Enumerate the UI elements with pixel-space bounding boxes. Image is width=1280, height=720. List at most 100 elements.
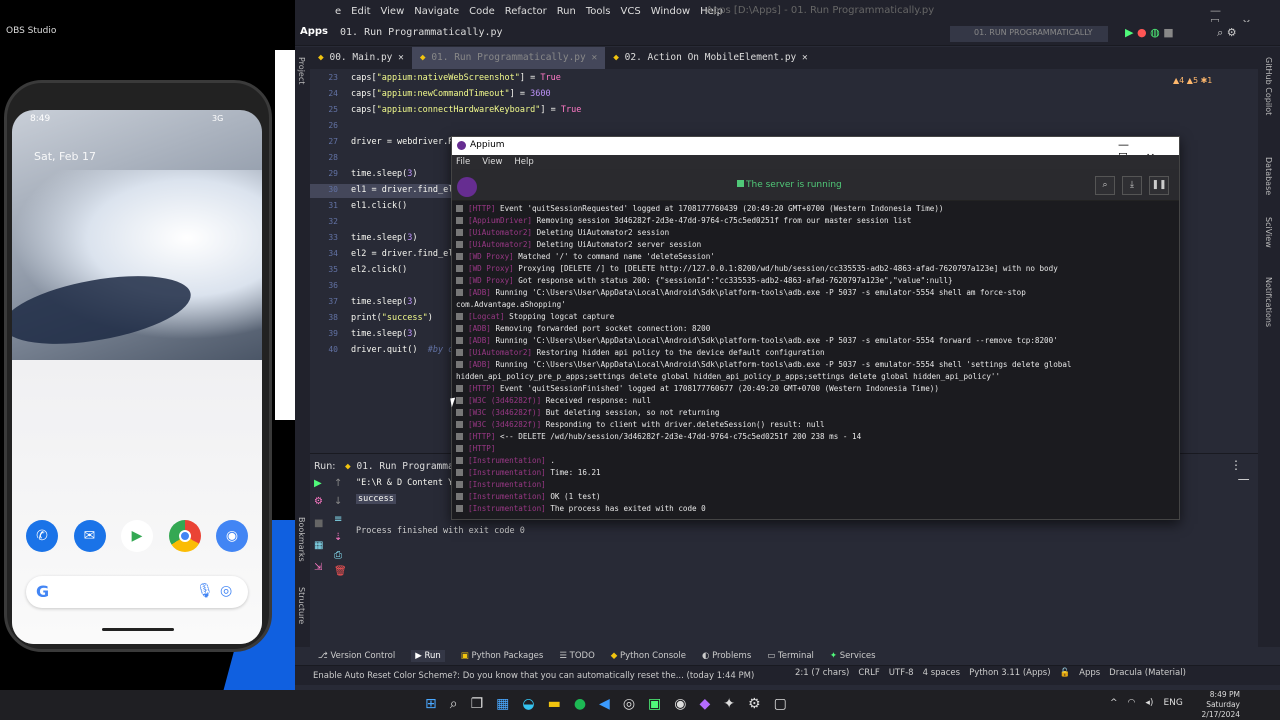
task-view-icon[interactable]: ❐: [471, 696, 484, 712]
tool-terminal[interactable]: ▭ Terminal: [767, 651, 814, 661]
download-icon[interactable]: ⤓: [1122, 176, 1142, 195]
structure-tool[interactable]: Structure: [297, 587, 306, 624]
android-screen[interactable]: 8:49 3G Sat, Feb 17 ✆ ✉ ▶ ◉ G 🎙 ◎: [12, 110, 262, 644]
tool-todo[interactable]: ☰ TODO: [559, 651, 594, 661]
edge-icon[interactable]: ◒: [522, 696, 534, 712]
coverage-icon[interactable]: ◍: [1150, 26, 1160, 39]
menu-navigate[interactable]: Navigate: [414, 6, 459, 17]
volume-icon[interactable]: ◂): [1145, 698, 1153, 708]
wrap-icon[interactable]: ≡: [334, 514, 342, 525]
search-icon[interactable]: ⌕: [1217, 26, 1223, 39]
rerun-icon[interactable]: ▶: [314, 478, 322, 489]
app-icon[interactable]: ✦: [723, 696, 735, 712]
mic-icon[interactable]: 🎙: [196, 583, 214, 599]
minimize-icon[interactable]: —: [1118, 138, 1129, 151]
copilot-tool[interactable]: GitHub Copilot: [1264, 57, 1273, 115]
layout-icon[interactable]: ▦: [314, 540, 323, 551]
status-message[interactable]: Enable Auto Reset Color Scheme?: Do you …: [313, 671, 754, 681]
pin-icon[interactable]: ⇲: [314, 562, 322, 573]
more-icon[interactable]: ⋮ —: [1230, 458, 1258, 486]
tool-problems[interactable]: ◐ Problems: [702, 651, 751, 661]
search-icon[interactable]: ⌕: [1095, 176, 1115, 195]
tool-python-console[interactable]: ◆ Python Console: [611, 651, 686, 661]
status-lock-icon[interactable]: 🔓: [1060, 668, 1071, 678]
run-config-select[interactable]: 01. RUN PROGRAMMATICALLY: [950, 26, 1108, 42]
tray-overflow-icon[interactable]: ^: [1110, 698, 1118, 708]
status-theme[interactable]: Dracula (Material): [1109, 668, 1186, 678]
project-tool[interactable]: Project: [297, 57, 306, 84]
database-tool[interactable]: Database: [1264, 157, 1273, 195]
log-level-icon: [456, 277, 463, 284]
nav-handle[interactable]: [102, 628, 174, 631]
tab-run-programmatically[interactable]: ◆ 01. Run Programmatically.py ✕: [411, 47, 606, 69]
settings-icon[interactable]: ⚙: [748, 696, 761, 712]
notifications-tool[interactable]: Notifications: [1264, 277, 1273, 327]
appium-menu-file[interactable]: File: [456, 157, 470, 167]
status-interpreter[interactable]: Python 3.11 (Apps): [969, 668, 1050, 678]
status-eol[interactable]: CRLF: [858, 668, 879, 678]
appium-menu-help[interactable]: Help: [514, 157, 533, 167]
clock[interactable]: 8:49 PM Saturday 2/17/2024: [1200, 690, 1240, 720]
menu-edit[interactable]: Edit: [351, 6, 370, 17]
minimize-icon[interactable]: —: [1210, 4, 1221, 17]
menu-tools[interactable]: Tools: [586, 6, 611, 17]
sciview-tool[interactable]: SciView: [1264, 217, 1273, 248]
tool-version-control[interactable]: ⎇ Version Control: [318, 651, 395, 661]
settings-icon[interactable]: ⚙: [1227, 26, 1237, 39]
appium-titlebar[interactable]: Appium —☐✕: [452, 137, 1179, 164]
stop-icon[interactable]: ■: [1163, 26, 1173, 39]
menu-refactor[interactable]: Refactor: [505, 6, 547, 17]
search-icon[interactable]: ⌕: [450, 696, 458, 712]
widgets-icon[interactable]: ▦: [496, 696, 509, 712]
tab-action-on-mobile-element[interactable]: ◆ 02. Action On MobileElement.py ✕: [605, 47, 816, 69]
up-icon[interactable]: ↑: [334, 478, 342, 489]
run-icon[interactable]: ▶: [1125, 26, 1133, 39]
menu-code[interactable]: Code: [469, 6, 495, 17]
status-indent[interactable]: 4 spaces: [923, 668, 960, 678]
debug-icon[interactable]: ●: [1137, 26, 1147, 39]
settings-icon[interactable]: ⚙: [314, 496, 323, 507]
app-icon[interactable]: ▢: [774, 696, 787, 712]
menu-e[interactable]: e: [335, 6, 341, 17]
project-name[interactable]: Apps: [300, 26, 328, 37]
menu-vcs[interactable]: VCS: [621, 6, 641, 17]
status-encoding[interactable]: UTF-8: [889, 668, 914, 678]
print-icon[interactable]: ⎙: [334, 550, 342, 561]
trash-icon[interactable]: 🗑: [334, 566, 347, 577]
wifi-icon[interactable]: ◠: [1128, 698, 1136, 708]
stop-icon[interactable]: ■: [314, 518, 323, 529]
spotify-icon[interactable]: ●: [574, 696, 586, 712]
google-search-bar[interactable]: G 🎙 ◎: [26, 576, 248, 608]
chrome-icon[interactable]: [168, 520, 201, 552]
appium-menu-view[interactable]: View: [482, 157, 502, 167]
obs-icon[interactable]: ◉: [674, 696, 686, 712]
language[interactable]: ENG: [1163, 698, 1182, 708]
camera-icon[interactable]: ◉: [216, 520, 248, 552]
menu-run[interactable]: Run: [557, 6, 576, 17]
breadcrumb[interactable]: 01. Run Programmatically.py: [340, 27, 503, 38]
chrome-icon[interactable]: ◎: [623, 696, 635, 712]
tool-run[interactable]: ▶ Run: [411, 650, 445, 662]
pycharm-icon[interactable]: ▣: [648, 696, 661, 712]
down-icon[interactable]: ↓: [334, 496, 342, 507]
explorer-icon[interactable]: ▬: [548, 696, 561, 712]
appium-icon[interactable]: ◆: [700, 696, 711, 712]
server-log[interactable]: [HTTP] Event 'quitSessionRequested' logg…: [456, 203, 1176, 515]
menu-view[interactable]: View: [381, 6, 405, 17]
vscode-icon[interactable]: ◀: [599, 696, 610, 712]
tab-main[interactable]: ◆ 00. Main.py ✕: [310, 47, 412, 69]
pause-icon[interactable]: ❚❚: [1149, 176, 1169, 195]
bookmarks-tool[interactable]: Bookmarks: [297, 517, 306, 562]
status-position[interactable]: 2:1 (7 chars): [795, 668, 849, 678]
menu-window[interactable]: Window: [651, 6, 690, 17]
messages-icon[interactable]: ✉: [73, 520, 106, 552]
play-store-icon[interactable]: ▶: [121, 520, 153, 552]
log-line: [WD Proxy] Proxying [DELETE /] to [DELET…: [456, 263, 1176, 275]
status-project[interactable]: Apps: [1079, 668, 1100, 678]
lens-icon[interactable]: ◎: [220, 583, 232, 599]
tool-python-packages[interactable]: ▣ Python Packages: [461, 651, 544, 661]
tool-services[interactable]: ✦ Services: [830, 651, 876, 661]
start-icon[interactable]: ⊞: [425, 696, 437, 712]
scroll-end-icon[interactable]: ⇣: [334, 532, 342, 543]
phone-icon[interactable]: ✆: [26, 520, 58, 552]
